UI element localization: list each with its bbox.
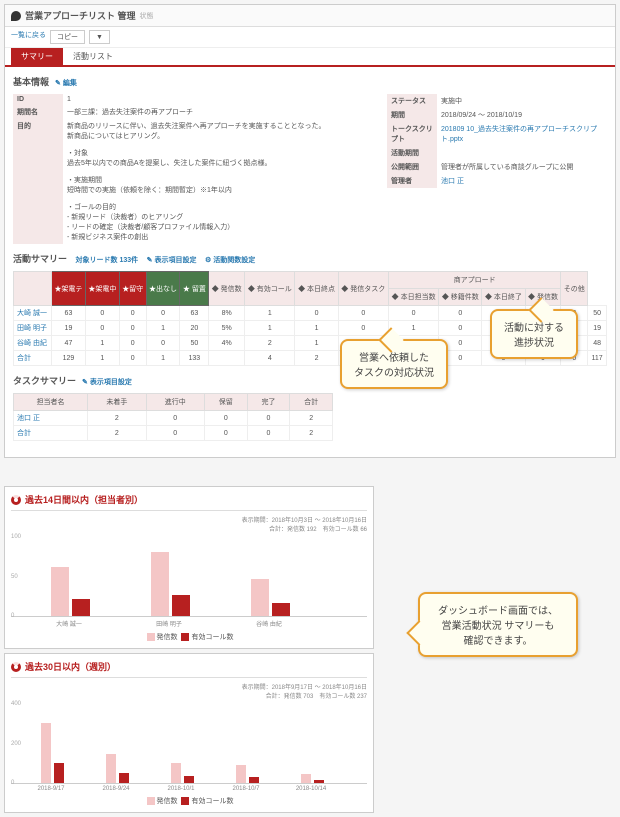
pie-icon	[11, 495, 21, 505]
legend: 発信数 有効コール数	[11, 632, 367, 642]
tab-bar: サマリー 活動リスト	[5, 48, 615, 67]
info-table-right: ステータス実施中 期間2018/09/24 ～ 2018/10/19 トークスク…	[387, 94, 607, 188]
window-title: 営業アプローチリスト 管理	[25, 9, 136, 22]
chart-30days: 過去30日以内（週別） 表示期間：2018年9月17日 ～ 2018年10月16…	[4, 653, 374, 813]
chart-14days: 過去14日間以内（担当者別） 表示期間：2018年10月3日 ～ 2018年10…	[4, 486, 374, 649]
manager-link[interactable]: 池口 正	[441, 178, 464, 185]
display-settings-link[interactable]: ✎ 表示項目設定	[147, 257, 197, 264]
back-link[interactable]: 一覧に戻る	[11, 30, 46, 44]
callout-activity: 活動に対する 進捗状況	[490, 309, 578, 359]
script-link[interactable]: 201809 10_過去失注案件の再アプローチスクリプト.pptx	[441, 126, 597, 143]
window-header: 営業アプローチリスト 管理 状態	[5, 5, 615, 27]
main-window: 営業アプローチリスト 管理 状態 一覧に戻る コピー ▼ サマリー 活動リスト …	[4, 4, 616, 458]
person-link[interactable]: 田崎 明子	[17, 325, 47, 332]
basic-info-section: 基本情報 ✎ 編集 ID1 期間名一部三課：過去失注案件の再アプローチ 目的新商品…	[13, 75, 607, 244]
task-table: 担当者名未着手進行中保留完了合計池口 正20002合計20002	[13, 393, 333, 441]
toolbar: 一覧に戻る コピー ▼	[5, 27, 615, 48]
task-summary-section: タスクサマリー✎ 表示項目設定 担当者名未着手進行中保留完了合計池口 正2000…	[13, 374, 607, 441]
person-link[interactable]: 合計	[17, 430, 31, 437]
section-title: 活動サマリー	[13, 254, 67, 264]
dropdown-button[interactable]: ▼	[89, 30, 110, 44]
copy-button[interactable]: コピー	[50, 30, 85, 44]
tab-summary[interactable]: サマリー	[11, 48, 63, 65]
callout-dashboard: ダッシュボード画面では、 営業活動状況 サマリーも 確認できます。	[418, 592, 578, 657]
lead-count-link[interactable]: 対象リード数 133件	[76, 257, 139, 264]
pie-icon	[11, 662, 21, 672]
callout-task: 営業へ依頼した タスクの対応状況	[340, 339, 448, 389]
x-axis: 2018-9/172018-9/242018-10/12018-10/72018…	[11, 786, 367, 792]
display-settings-link[interactable]: ✎ 表示項目設定	[82, 379, 132, 386]
edit-link[interactable]: ✎ 編集	[55, 80, 77, 87]
person-link[interactable]: 合計	[17, 355, 31, 362]
person-link[interactable]: 池口 正	[17, 415, 40, 422]
phone-icon	[11, 11, 21, 21]
chart-plot: 050100	[11, 537, 367, 617]
section-title: タスクサマリー	[13, 376, 76, 386]
person-link[interactable]: 谷崎 由紀	[17, 340, 47, 347]
person-link[interactable]: 大崎 誠一	[17, 310, 47, 317]
info-table-left: ID1 期間名一部三課：過去失注案件の再アプローチ 目的新商品のリリースに伴い、…	[13, 94, 377, 244]
x-axis: 大崎 誠一田崎 明子谷崎 由紀	[11, 619, 367, 628]
section-title: 基本情報	[13, 77, 49, 87]
function-settings-link[interactable]: ⚙ 活動関数設定	[205, 257, 255, 264]
window-subtitle: 状態	[140, 11, 154, 21]
chart-plot: 0200400	[11, 704, 367, 784]
tab-activity[interactable]: 活動リスト	[63, 48, 123, 65]
legend: 発信数 有効コール数	[11, 796, 367, 806]
